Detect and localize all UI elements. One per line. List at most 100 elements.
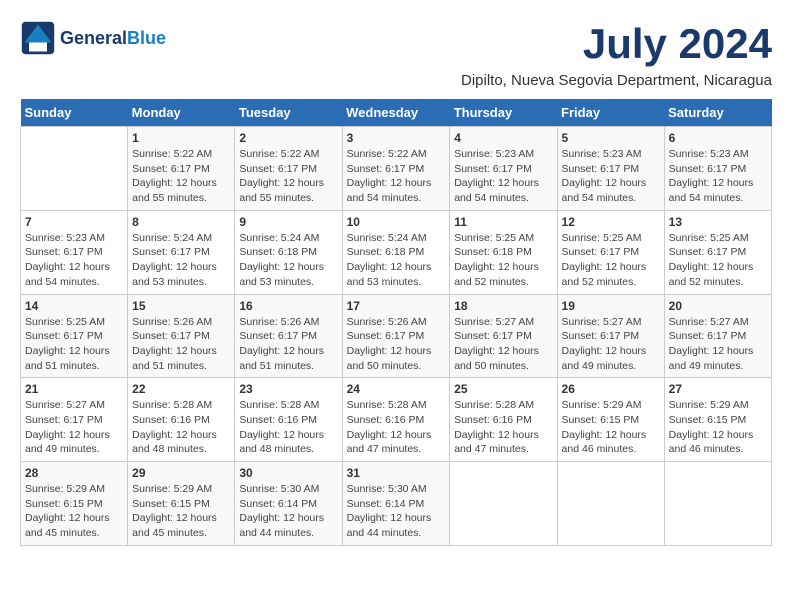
calendar-cell: 17Sunrise: 5:26 AM Sunset: 6:17 PM Dayli… — [342, 294, 450, 378]
day-number: 7 — [25, 215, 123, 229]
calendar-cell: 12 Sunrise: 5:25 AM Sunset: 6:17 PM Dayli… — [557, 210, 664, 294]
day-number: 14 — [25, 299, 123, 313]
day-number: 31 — [347, 466, 446, 480]
day-number: 10 — [347, 215, 446, 229]
day-number: 28 — [25, 466, 123, 480]
day-info: Sunrise: 5:25 AM Sunset: 6:17 PM Dayligh… — [562, 231, 660, 290]
calendar-cell: 10 Sunrise: 5:24 AM Sunset: 6:18 PM Dayli… — [342, 210, 450, 294]
calendar-cell: 15 Sunrise: 5:26 AM Sunset: 6:17 PM Dayli… — [128, 294, 235, 378]
calendar-cell: 23 Sunrise: 5:28 AM Sunset: 6:16 PM Dayli… — [235, 378, 342, 462]
calendar-cell — [557, 462, 664, 546]
header-day-wednesday: Wednesday — [342, 99, 450, 127]
day-info: Sunrise: 5:26 AM Sunset: 6:17 PM Dayligh… — [239, 315, 337, 374]
day-info: Sunrise: 5:29 AM Sunset: 6:15 PM Dayligh… — [132, 482, 230, 541]
day-number: 21 — [25, 382, 123, 396]
calendar-cell: 31 Sunrise: 5:30 AM Sunset: 6:14 PM Dayli… — [342, 462, 450, 546]
day-number: 30 — [239, 466, 337, 480]
day-info: Sunrise: 5:22 AM Sunset: 6:17 PM Dayligh… — [132, 147, 230, 206]
page-header: GeneralBlue July 2024 — [20, 20, 772, 68]
calendar-cell: 13 Sunrise: 5:25 AM Sunset: 6:17 PM Dayli… — [664, 210, 771, 294]
calendar-cell: 28Sunrise: 5:29 AM Sunset: 6:15 PM Dayli… — [21, 462, 128, 546]
header-day-saturday: Saturday — [664, 99, 771, 127]
day-number: 19 — [562, 299, 660, 313]
calendar-week-row: 7 Sunrise: 5:23 AM Sunset: 6:17 PM Daylig… — [21, 210, 772, 294]
day-number: 13 — [669, 215, 767, 229]
calendar-cell: 1Sunrise: 5:22 AM Sunset: 6:17 PM Daylig… — [128, 127, 235, 211]
day-info: Sunrise: 5:26 AM Sunset: 6:17 PM Dayligh… — [132, 315, 230, 374]
calendar-week-row: 28 Sunrise: 5:29 AM Sunset: 6:15 PM Dayli… — [21, 462, 772, 546]
calendar-table: SundayMondayTuesdayWednesdayThursdayFrid… — [20, 99, 772, 546]
day-info: Sunrise: 5:24 AM Sunset: 6:18 PM Dayligh… — [347, 231, 446, 290]
logo: GeneralBlue — [20, 20, 166, 56]
calendar-week-row: 21 Sunrise: 5:27 AM Sunset: 6:17 PM Dayli… — [21, 378, 772, 462]
day-info: Sunrise: 5:29 AM Sunset: 6:15 PM Dayligh… — [562, 398, 660, 457]
day-number: 4 — [454, 131, 552, 145]
calendar-header-row: SundayMondayTuesdayWednesdayThursdayFrid… — [21, 99, 772, 127]
day-info: Sunrise: 5:25 AM Sunset: 6:17 PM Dayligh… — [669, 231, 767, 290]
calendar-cell: 26 Sunrise: 5:29 AM Sunset: 6:15 PM Dayli… — [557, 378, 664, 462]
header-day-friday: Friday — [557, 99, 664, 127]
day-info: Sunrise: 5:24 AM Sunset: 6:18 PM Dayligh… — [239, 231, 337, 290]
day-info: Sunrise: 5:28 AM Sunset: 6:16 PM Dayligh… — [454, 398, 552, 457]
day-number: 24 — [347, 382, 446, 396]
day-number: 16 — [239, 299, 337, 313]
day-info: Sunrise: 5:23 AM Sunset: 6:17 PM Dayligh… — [454, 147, 552, 206]
day-info: Sunrise: 5:22 AM Sunset: 6:17 PM Dayligh… — [239, 147, 337, 206]
day-info: Sunrise: 5:27 AM Sunset: 6:17 PM Dayligh… — [562, 315, 660, 374]
day-info: Sunrise: 5:27 AM Sunset: 6:17 PM Dayligh… — [454, 315, 552, 374]
header-day-tuesday: Tuesday — [235, 99, 342, 127]
calendar-cell — [664, 462, 771, 546]
day-number: 17 — [347, 299, 446, 313]
calendar-cell: 24Sunrise: 5:28 AM Sunset: 6:16 PM Dayli… — [342, 378, 450, 462]
day-info: Sunrise: 5:29 AM Sunset: 6:15 PM Dayligh… — [669, 398, 767, 457]
day-info: Sunrise: 5:24 AM Sunset: 6:17 PM Dayligh… — [132, 231, 230, 290]
day-info: Sunrise: 5:27 AM Sunset: 6:17 PM Dayligh… — [25, 398, 123, 457]
day-number: 20 — [669, 299, 767, 313]
calendar-cell: 5Sunrise: 5:23 AM Sunset: 6:17 PM Daylig… — [557, 127, 664, 211]
day-info: Sunrise: 5:25 AM Sunset: 6:18 PM Dayligh… — [454, 231, 552, 290]
day-number: 26 — [562, 382, 660, 396]
day-info: Sunrise: 5:27 AM Sunset: 6:17 PM Dayligh… — [669, 315, 767, 374]
day-number: 18 — [454, 299, 552, 313]
calendar-cell: 6Sunrise: 5:23 AM Sunset: 6:17 PM Daylig… — [664, 127, 771, 211]
calendar-week-row: 1Sunrise: 5:22 AM Sunset: 6:17 PM Daylig… — [21, 127, 772, 211]
calendar-cell: 30 Sunrise: 5:30 AM Sunset: 6:14 PM Dayli… — [235, 462, 342, 546]
calendar-cell: 18 Sunrise: 5:27 AM Sunset: 6:17 PM Dayli… — [450, 294, 557, 378]
day-info: Sunrise: 5:23 AM Sunset: 6:17 PM Dayligh… — [669, 147, 767, 206]
day-number: 25 — [454, 382, 552, 396]
day-info: Sunrise: 5:28 AM Sunset: 6:16 PM Dayligh… — [132, 398, 230, 457]
calendar-cell: 21 Sunrise: 5:27 AM Sunset: 6:17 PM Dayli… — [21, 378, 128, 462]
calendar-cell: 2Sunrise: 5:22 AM Sunset: 6:17 PM Daylig… — [235, 127, 342, 211]
calendar-cell: 9 Sunrise: 5:24 AM Sunset: 6:18 PM Daylig… — [235, 210, 342, 294]
day-number: 9 — [239, 215, 337, 229]
day-info: Sunrise: 5:30 AM Sunset: 6:14 PM Dayligh… — [347, 482, 446, 541]
day-number: 22 — [132, 382, 230, 396]
day-info: Sunrise: 5:23 AM Sunset: 6:17 PM Dayligh… — [562, 147, 660, 206]
calendar-cell: 11Sunrise: 5:25 AM Sunset: 6:18 PM Dayli… — [450, 210, 557, 294]
calendar-cell: 25 Sunrise: 5:28 AM Sunset: 6:16 PM Dayli… — [450, 378, 557, 462]
calendar-cell: 22 Sunrise: 5:28 AM Sunset: 6:16 PM Dayli… — [128, 378, 235, 462]
day-number: 27 — [669, 382, 767, 396]
month-title: July 2024 — [583, 20, 772, 68]
header-day-sunday: Sunday — [21, 99, 128, 127]
logo-icon — [20, 20, 56, 56]
calendar-cell — [21, 127, 128, 211]
calendar-cell: 4 Sunrise: 5:23 AM Sunset: 6:17 PM Daylig… — [450, 127, 557, 211]
day-info: Sunrise: 5:30 AM Sunset: 6:14 PM Dayligh… — [239, 482, 337, 541]
calendar-week-row: 14 Sunrise: 5:25 AM Sunset: 6:17 PM Dayli… — [21, 294, 772, 378]
day-number: 15 — [132, 299, 230, 313]
day-number: 8 — [132, 215, 230, 229]
day-number: 12 — [562, 215, 660, 229]
day-number: 23 — [239, 382, 337, 396]
header-day-monday: Monday — [128, 99, 235, 127]
logo-blue: Blue — [127, 28, 166, 48]
day-info: Sunrise: 5:22 AM Sunset: 6:17 PM Dayligh… — [347, 147, 446, 206]
day-info: Sunrise: 5:23 AM Sunset: 6:17 PM Dayligh… — [25, 231, 123, 290]
calendar-body: 1Sunrise: 5:22 AM Sunset: 6:17 PM Daylig… — [21, 127, 772, 546]
day-number: 29 — [132, 466, 230, 480]
day-info: Sunrise: 5:25 AM Sunset: 6:17 PM Dayligh… — [25, 315, 123, 374]
calendar-cell: 27 Sunrise: 5:29 AM Sunset: 6:15 PM Dayli… — [664, 378, 771, 462]
day-info: Sunrise: 5:28 AM Sunset: 6:16 PM Dayligh… — [239, 398, 337, 457]
location-title: Dipilto, Nueva Segovia Department, Nicar… — [20, 72, 772, 89]
logo-general: General — [60, 28, 127, 48]
